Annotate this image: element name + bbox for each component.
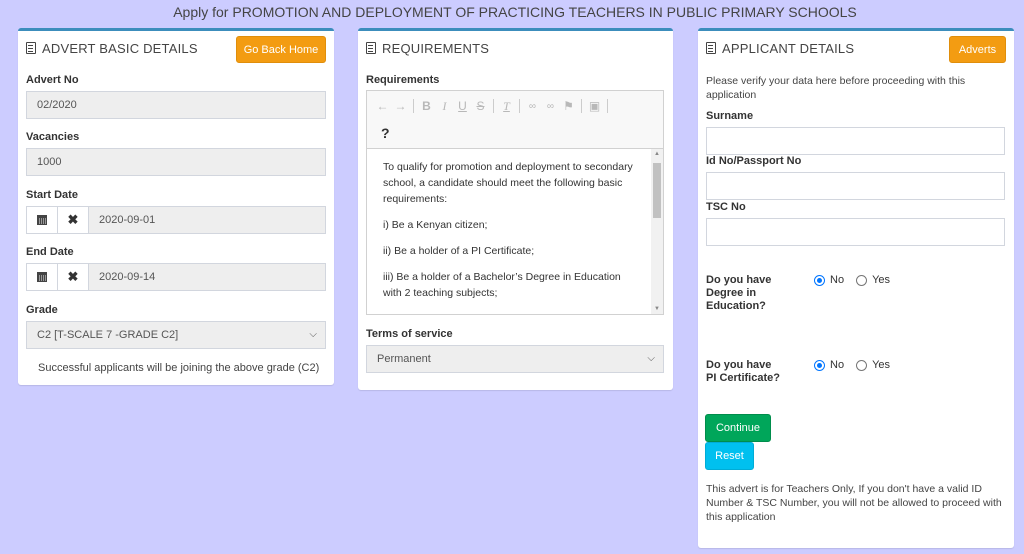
pi-radio-group: No Yes bbox=[814, 359, 890, 371]
scrollbar-thumb[interactable] bbox=[653, 163, 661, 218]
chevron-down-icon: ⌵ bbox=[647, 353, 655, 364]
end-date-field[interactable]: 2020-09-14 bbox=[89, 264, 325, 290]
surname-input[interactable] bbox=[706, 127, 1005, 155]
advert-panel-header: ADVERT BASIC DETAILS Go Back Home bbox=[18, 31, 334, 67]
advert-details-panel: ADVERT BASIC DETAILS Go Back Home Advert… bbox=[18, 28, 334, 385]
degree-question-label: Do you have Degree in Education? bbox=[706, 274, 772, 312]
end-date-group: ✖ 2020-09-14 bbox=[26, 263, 326, 291]
start-date-clear-button[interactable]: ✖ bbox=[58, 207, 89, 233]
clipboard-icon bbox=[366, 42, 376, 54]
go-back-home-button[interactable]: Go Back Home bbox=[236, 36, 326, 63]
applicant-panel-header: APPLICANT DETAILS Adverts bbox=[698, 31, 1014, 67]
bold-icon[interactable]: B bbox=[419, 99, 434, 113]
start-date-field[interactable]: 2020-09-01 bbox=[89, 207, 325, 233]
toolbar-separator bbox=[607, 99, 608, 113]
advert-no-field[interactable]: 02/2020 bbox=[26, 91, 326, 119]
degree-no-radio[interactable] bbox=[814, 274, 825, 286]
undo-icon[interactable]: ← bbox=[375, 99, 390, 113]
requirements-editor: ← → B I U S T ∞ ∞ ⚑ ▣ ? To qualify for p… bbox=[366, 90, 664, 315]
requirements-panel-title: REQUIREMENTS bbox=[366, 41, 489, 56]
end-date-label: End Date bbox=[26, 246, 74, 258]
times-icon: ✖ bbox=[67, 212, 79, 227]
terms-of-service-label: Terms of service bbox=[366, 328, 453, 340]
pi-no-label[interactable]: No bbox=[830, 359, 844, 371]
start-date-calendar-button[interactable] bbox=[27, 207, 58, 233]
requirements-panel: REQUIREMENTS Requirements ← → B I U S T … bbox=[358, 28, 673, 390]
redo-icon[interactable]: → bbox=[393, 99, 408, 113]
italic-icon[interactable]: I bbox=[437, 99, 452, 114]
advert-panel-title-text: ADVERT BASIC DETAILS bbox=[42, 41, 198, 56]
help-icon[interactable]: ? bbox=[381, 125, 390, 141]
pi-no-radio[interactable] bbox=[814, 359, 825, 371]
requirements-paragraph: i) Be a Kenyan citizen; bbox=[383, 219, 488, 231]
continue-button[interactable]: Continue bbox=[705, 414, 771, 442]
scroll-up-arrow-icon[interactable]: ▲ bbox=[651, 151, 663, 157]
degree-radio-group: No Yes bbox=[814, 274, 890, 286]
grade-select[interactable]: C2 [T-SCALE 7 -GRADE C2] ⌵ bbox=[26, 321, 326, 349]
image-icon[interactable]: ▣ bbox=[587, 99, 602, 113]
calendar-icon bbox=[37, 215, 47, 225]
chevron-down-icon: ⌵ bbox=[309, 329, 317, 340]
requirements-panel-title-text: REQUIREMENTS bbox=[382, 41, 490, 56]
terms-of-service-select[interactable]: Permanent ⌵ bbox=[366, 345, 664, 373]
page-title: Apply for PROMOTION AND DEPLOYMENT OF PR… bbox=[173, 4, 857, 20]
advert-no-label: Advert No bbox=[26, 74, 79, 86]
underline-icon[interactable]: U bbox=[455, 99, 470, 113]
surname-label: Surname bbox=[706, 110, 754, 122]
start-date-group: ✖ 2020-09-01 bbox=[26, 206, 326, 234]
vacancies-label: Vacancies bbox=[26, 131, 80, 143]
scroll-down-arrow-icon[interactable]: ▼ bbox=[651, 306, 663, 312]
toolbar-separator bbox=[581, 99, 582, 113]
requirements-panel-header: REQUIREMENTS bbox=[358, 31, 673, 67]
toolbar-separator bbox=[519, 99, 520, 113]
adverts-button[interactable]: Adverts bbox=[949, 36, 1006, 63]
vacancies-field[interactable]: 1000 bbox=[26, 148, 326, 176]
anchor-flag-icon[interactable]: ⚑ bbox=[561, 99, 576, 113]
tsc-no-input[interactable] bbox=[706, 218, 1005, 246]
applicant-details-panel: APPLICANT DETAILS Adverts Please verify … bbox=[698, 28, 1014, 548]
start-date-label: Start Date bbox=[26, 189, 78, 201]
requirements-editor-body[interactable]: To qualify for promotion and deployment … bbox=[367, 149, 663, 314]
editor-scrollbar[interactable]: ▲ ▼ bbox=[651, 149, 663, 314]
grade-select-value: C2 [T-SCALE 7 -GRADE C2] bbox=[37, 329, 179, 341]
toolbar-separator bbox=[493, 99, 494, 113]
applicant-panel-title: APPLICANT DETAILS bbox=[706, 41, 854, 56]
terms-select-value: Permanent bbox=[377, 353, 431, 365]
clipboard-icon bbox=[26, 42, 36, 54]
strikethrough-icon[interactable]: S bbox=[473, 99, 488, 113]
end-date-clear-button[interactable]: ✖ bbox=[58, 264, 89, 290]
pi-yes-label[interactable]: Yes bbox=[872, 359, 890, 371]
end-date-calendar-button[interactable] bbox=[27, 264, 58, 290]
toolbar-separator bbox=[413, 99, 414, 113]
id-passport-label: Id No/Passport No bbox=[706, 155, 802, 167]
degree-yes-radio[interactable] bbox=[856, 274, 868, 286]
applicant-panel-title-text: APPLICANT DETAILS bbox=[722, 41, 855, 56]
reset-button[interactable]: Reset bbox=[705, 442, 754, 470]
tsc-no-label: TSC No bbox=[706, 201, 746, 213]
clipboard-icon bbox=[706, 42, 716, 54]
degree-yes-label[interactable]: Yes bbox=[872, 274, 890, 286]
grade-label: Grade bbox=[26, 304, 58, 316]
id-passport-input[interactable] bbox=[706, 172, 1005, 200]
grade-note: Successful applicants will be joining th… bbox=[38, 362, 320, 374]
requirements-paragraph: iii) Be a holder of a Bachelor’s Degree … bbox=[383, 271, 621, 299]
times-icon: ✖ bbox=[67, 269, 79, 284]
requirements-label: Requirements bbox=[366, 74, 440, 86]
editor-toolbar: ← → B I U S T ∞ ∞ ⚑ ▣ ? bbox=[367, 91, 663, 149]
requirements-paragraph: ii) Be a holder of a PI Certificate; bbox=[383, 245, 535, 257]
unlink-icon[interactable]: ∞ bbox=[543, 101, 558, 112]
verify-intro-text: Please verify your data here before proc… bbox=[706, 75, 966, 101]
calendar-icon bbox=[37, 272, 47, 282]
remove-format-icon[interactable]: T bbox=[499, 99, 514, 114]
requirements-paragraph: To qualify for promotion and deployment … bbox=[383, 161, 633, 205]
advert-panel-title: ADVERT BASIC DETAILS bbox=[26, 41, 198, 56]
pi-yes-radio[interactable] bbox=[856, 359, 868, 371]
degree-no-label[interactable]: No bbox=[830, 274, 844, 286]
pi-certificate-question-label: Do you have PI Certificate? bbox=[706, 359, 780, 384]
link-icon[interactable]: ∞ bbox=[525, 101, 540, 112]
teachers-only-disclaimer: This advert is for Teachers Only, If you… bbox=[706, 483, 1002, 523]
